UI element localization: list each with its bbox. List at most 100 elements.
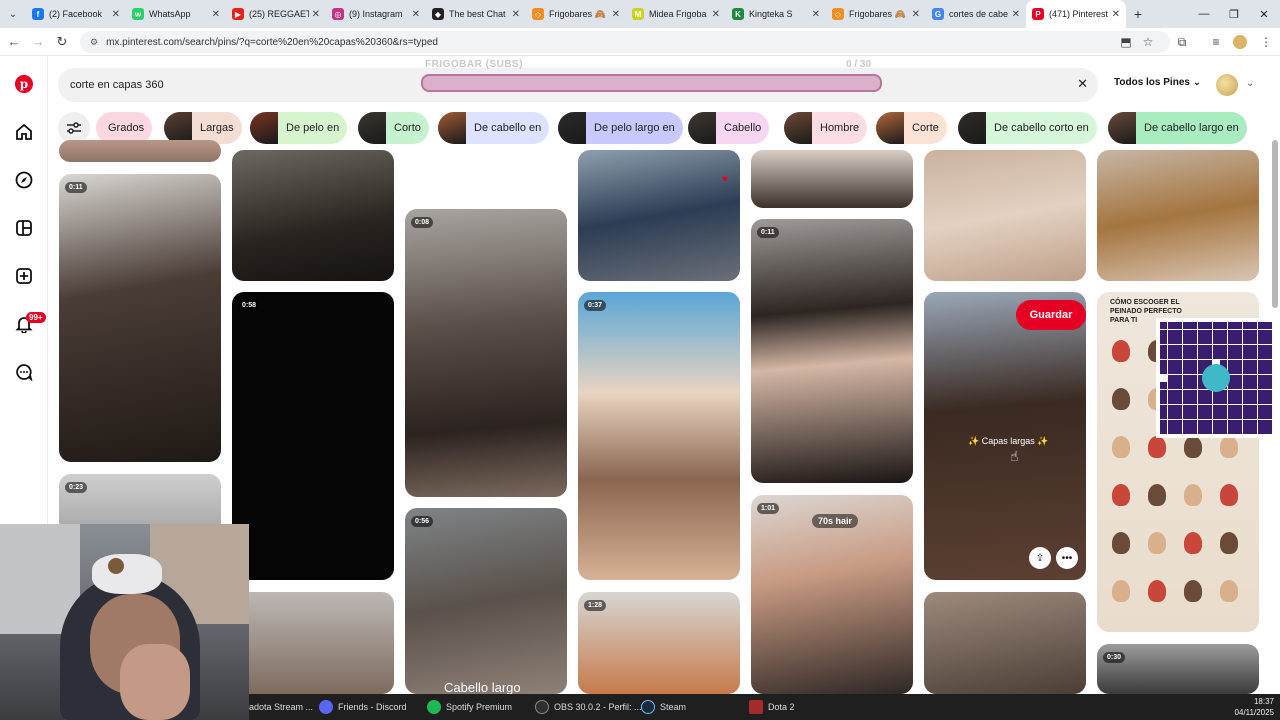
tab-favicon-icon: w [132,8,144,20]
close-tab-icon[interactable]: ✕ [912,9,920,20]
pin-card[interactable] [59,140,221,162]
pin-card[interactable] [232,592,394,694]
browser-tab[interactable]: ▶ (25) REGGAETO✕ [226,0,326,28]
browser-menu-icon[interactable]: ⋮ [1254,30,1278,54]
browser-tab[interactable]: ◇ Frigobares 🙈 ✕ [826,0,926,28]
clear-search-icon[interactable]: ✕ [1077,76,1088,92]
install-app-icon[interactable]: ⬒ [1114,30,1138,54]
tab-search-button[interactable]: ⌄ [0,0,26,28]
pin-card[interactable] [1097,150,1259,281]
site-info-icon[interactable]: ⚙ [90,37,98,48]
avatar[interactable] [1216,74,1238,96]
pin-card[interactable]: 0:37 [578,292,740,580]
chip-thumbnail [438,112,466,144]
pin-card[interactable] [232,150,394,281]
pin-card[interactable]: 1:28 [578,592,740,694]
pin-card[interactable] [924,592,1086,694]
close-tab-icon[interactable]: ✕ [812,9,820,20]
close-tab-icon[interactable]: ✕ [712,9,720,20]
tab-favicon-icon: ◆ [432,8,444,20]
notifications-badge: 99+ [26,312,46,323]
tab-favicon-icon: P [1032,8,1044,20]
filter-chip[interactable]: Corto [358,112,429,144]
more-options-icon[interactable]: ••• [1056,547,1078,569]
pin-card[interactable] [751,150,913,208]
pin-card[interactable] [924,150,1086,281]
extensions-icon[interactable]: ⧉ [1170,30,1194,54]
filter-chip[interactable]: De cabello largo en [1108,112,1247,144]
media-control-icon[interactable]: ≡ [1204,30,1228,54]
browser-tab[interactable]: ◆ The best Chat ✕ [426,0,526,28]
new-tab-button[interactable]: + [1126,6,1150,22]
filter-chip[interactable]: Cabello [688,112,770,144]
tab-favicon-icon: ◇ [832,8,844,20]
pin-card[interactable]: 0:56 [405,508,567,694]
filter-chip[interactable]: Hombre [784,112,868,144]
filter-chip[interactable]: De pelo en [250,112,348,144]
taskbar-item[interactable]: Spotify Premium [427,694,512,720]
close-tab-icon[interactable]: ✕ [612,9,620,20]
page-scrollbar[interactable] [1272,140,1278,308]
infographic-face [1220,484,1238,506]
browser-tab[interactable]: K Kingteka S ✕ [726,0,826,28]
filter-chip[interactable]: De pelo largo en [558,112,683,144]
pin-card[interactable]: 0:11 [59,174,221,462]
close-window-button[interactable]: ✕ [1244,0,1280,28]
pin-card[interactable]: 0:30 [1097,644,1259,694]
chip-thumbnail [958,112,986,144]
share-icon[interactable]: ⇪ [1029,547,1051,569]
boards-icon[interactable] [12,216,36,240]
messages-icon[interactable] [12,360,36,384]
browser-tab[interactable]: ◎ (9) Instagram ✕ [326,0,426,28]
home-icon[interactable] [12,120,36,144]
pin-card[interactable]: 0:58 [232,292,394,580]
video-duration-badge: 0:30 [1103,652,1126,663]
system-clock[interactable]: 18:37 04/11/2025 [1235,696,1274,718]
pin-card[interactable]: 0:08 [405,209,567,497]
taskbar-item[interactable]: OBS 30.0.2 - Perfil: ... [535,694,642,720]
explore-compass-icon[interactable] [12,168,36,192]
account-chevron-icon[interactable]: ⌄ [1246,78,1254,89]
pin-filter-dropdown[interactable]: Todos los Pines ⌄ [1114,77,1201,88]
close-tab-icon[interactable]: ✕ [512,9,520,20]
infographic-face [1112,484,1130,506]
profile-icon[interactable] [1228,30,1252,54]
browser-tab[interactable]: w WhatsApp ✕ [126,0,226,28]
create-plus-icon[interactable] [12,264,36,288]
bookmark-star-icon[interactable]: ☆ [1136,30,1160,54]
tab-favicon-icon: ▶ [232,8,244,20]
taskbar-item[interactable]: Dota 2 [749,694,795,720]
video-duration-badge: 1:28 [584,600,607,611]
search-query: corte en capas 360 [70,79,164,91]
filter-chip[interactable]: De cabello corto en [958,112,1097,144]
pin-card[interactable]: 0:11 [751,219,913,483]
close-tab-icon[interactable]: ✕ [112,9,120,20]
browser-tab[interactable]: Gcortes de cabe ✕ [926,0,1026,28]
close-tab-icon[interactable]: ✕ [212,9,220,20]
reload-button[interactable]: ↻ [50,30,74,54]
close-tab-icon[interactable]: ✕ [1012,9,1020,20]
pin-card[interactable] [578,150,740,281]
filter-chip[interactable]: De cabello en [438,112,550,144]
save-pin-button[interactable]: Guardar [1016,300,1086,330]
chip-thumbnail [688,112,716,144]
taskbar-item[interactable]: Steam [641,694,686,720]
infographic-face [1220,580,1238,602]
browser-tab[interactable]: f (2) Facebook ✕ [26,0,126,28]
taskbar-item[interactable]: adota Stream ... [249,694,313,720]
pin-caption: ✨ Capas largas ✨ [968,436,1049,446]
taskbar-item[interactable]: Friends - Discord [319,694,407,720]
infographic-face [1112,388,1130,410]
filter-chip[interactable]: Corte [876,112,947,144]
browser-tab[interactable]: ◇ Frigobares 🙈 ✕ [526,0,626,28]
forward-button[interactable]: → [26,30,50,54]
close-tab-icon[interactable]: ✕ [312,9,320,20]
close-tab-icon[interactable]: ✕ [412,9,420,20]
infographic-face [1220,532,1238,554]
close-tab-icon[interactable]: ✕ [1112,9,1120,20]
pinterest-logo-icon[interactable]: p [12,72,36,96]
address-bar[interactable]: ⚙ mx.pinterest.com/search/pins/?q=corte%… [80,31,1170,53]
browser-tab[interactable]: M Midea Frigoba ✕ [626,0,726,28]
back-button[interactable]: ← [2,30,26,54]
browser-tab[interactable]: P (471) Pinterest ✕ [1026,0,1126,28]
